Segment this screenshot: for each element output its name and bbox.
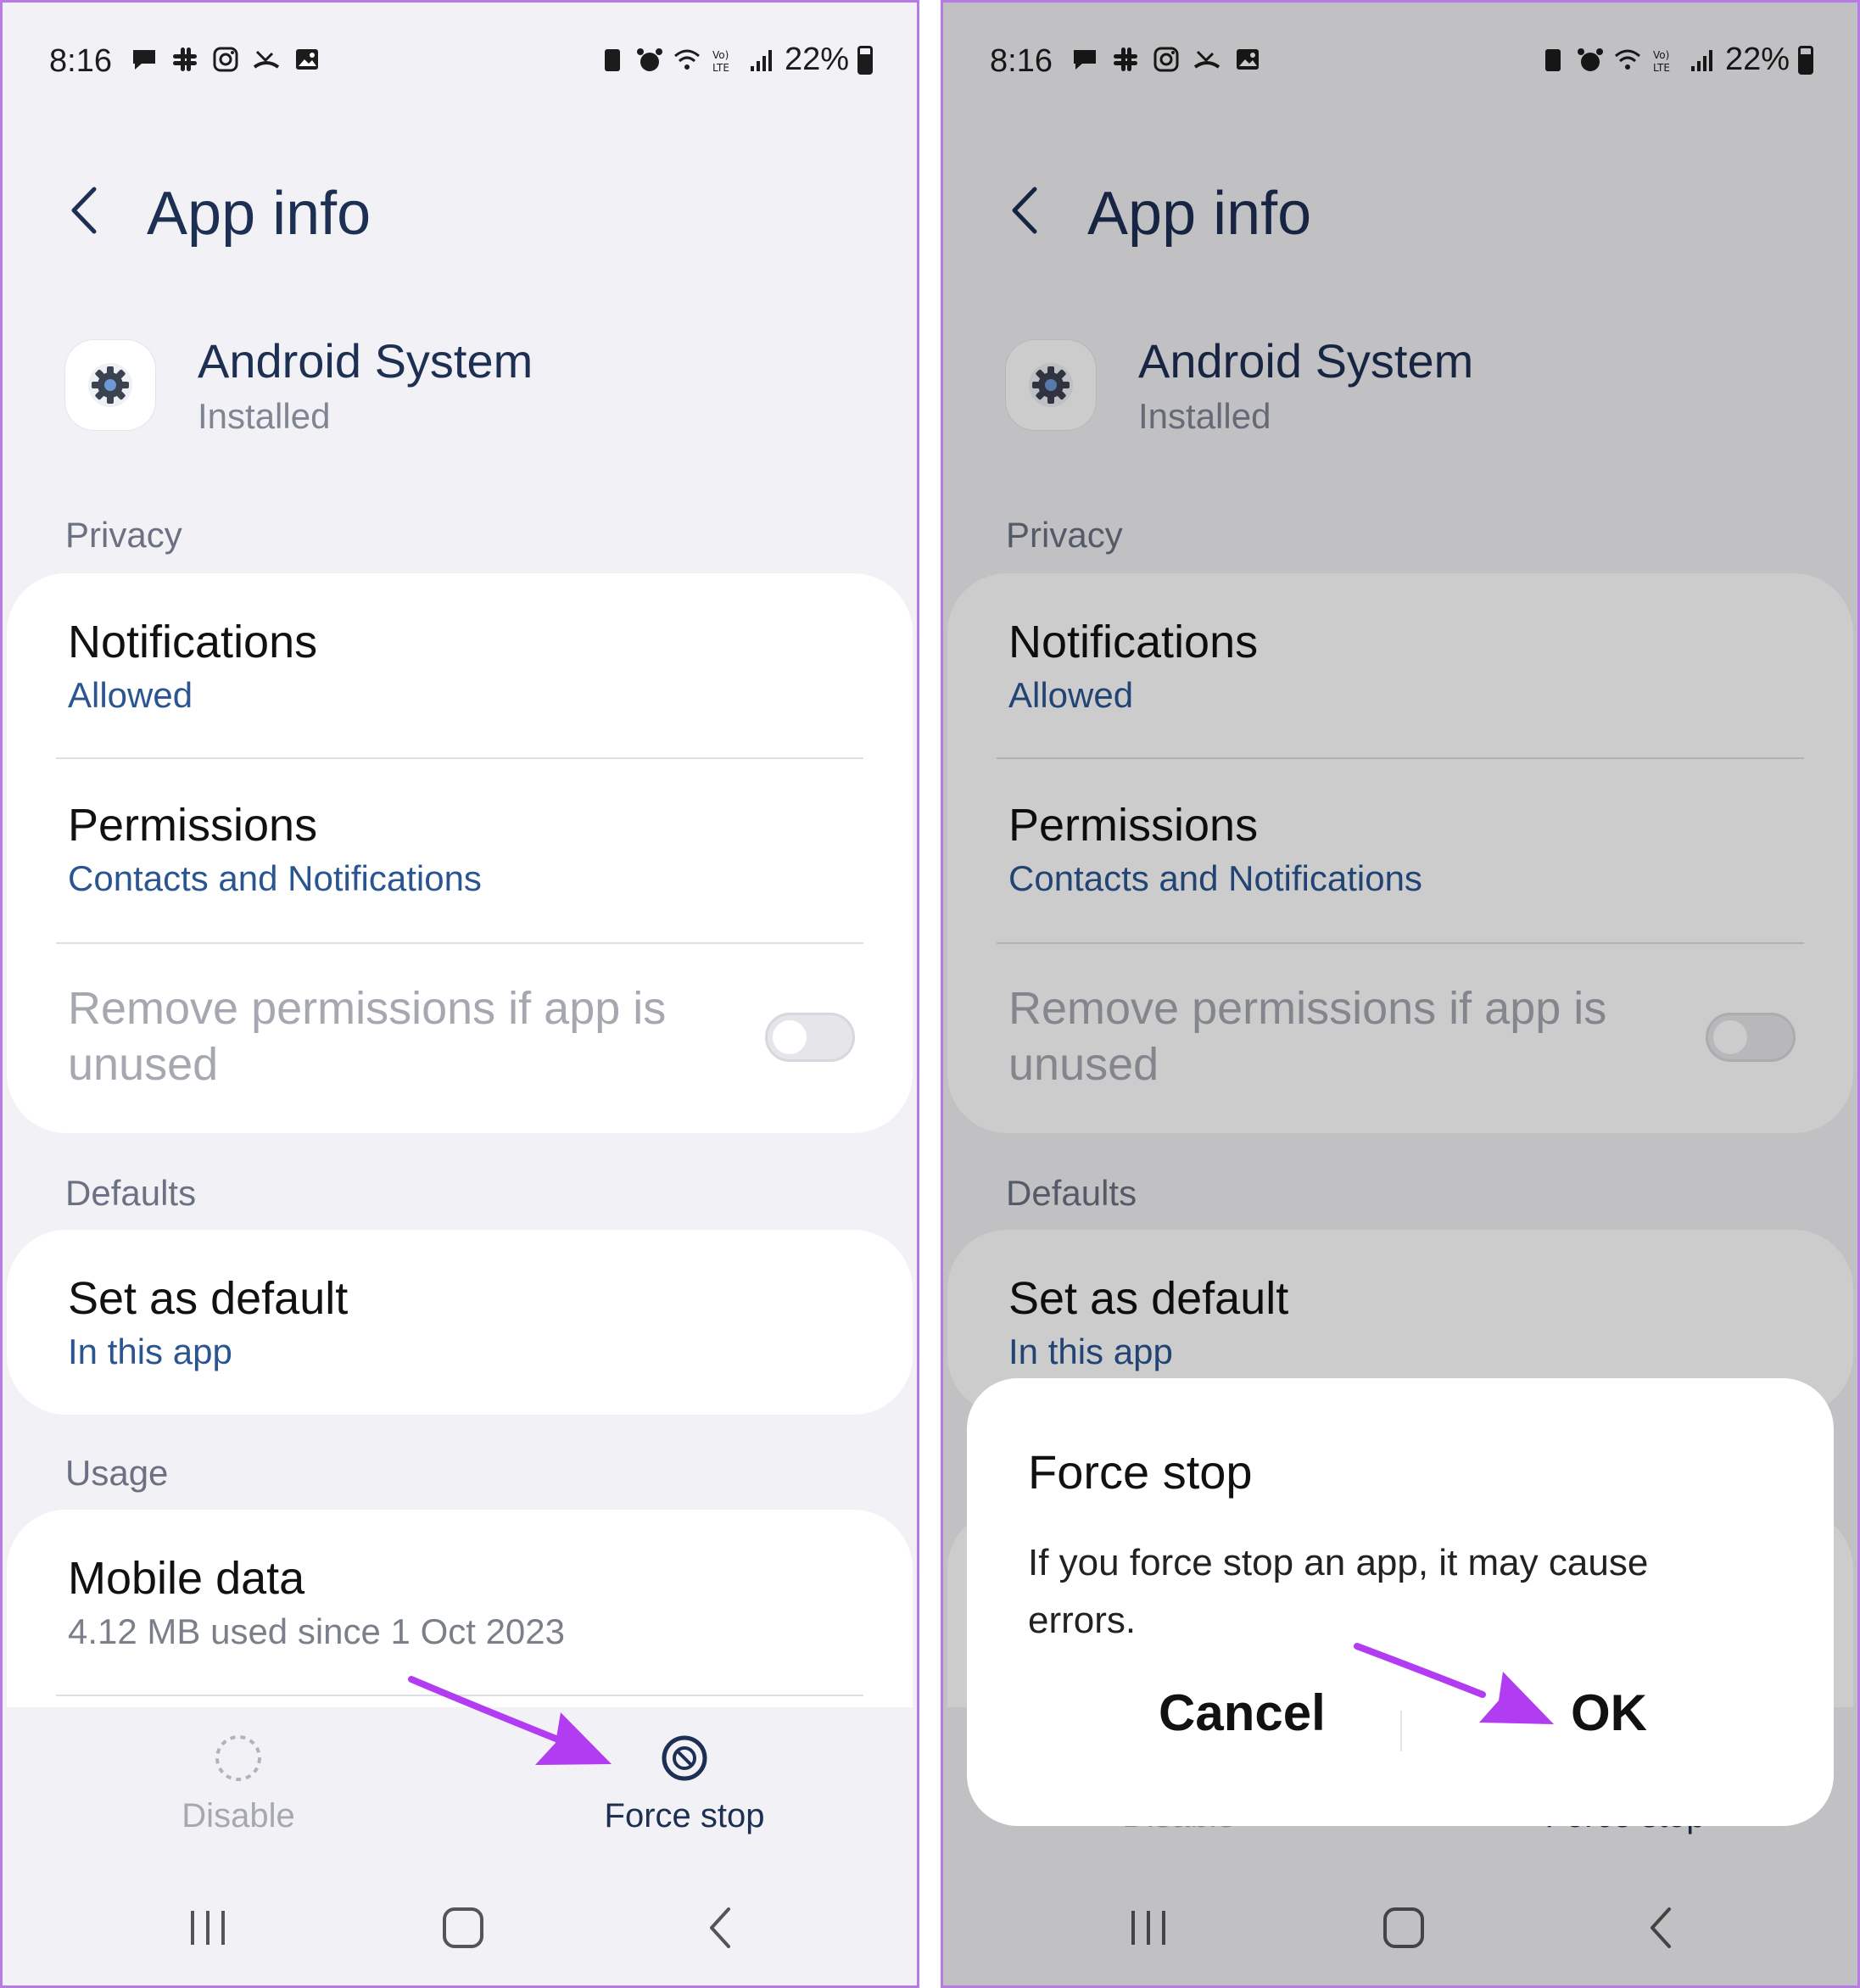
remove-permissions-label: Remove permissions if app is unused bbox=[68, 983, 667, 1090]
status-bar: 8:16 Vo) LTE 22% bbox=[3, 26, 917, 94]
app-header: Android System Installed bbox=[3, 333, 917, 452]
section-defaults: Defaults bbox=[65, 1173, 197, 1213]
battery-icon bbox=[857, 45, 873, 75]
status-time: 8:16 bbox=[49, 43, 112, 79]
system-status-icons: Vo) LTE 22% bbox=[598, 42, 873, 78]
navigation-bar bbox=[3, 1885, 917, 1970]
back-nav-icon[interactable] bbox=[696, 1902, 747, 1953]
battery-percent: 22% bbox=[784, 42, 849, 77]
defaults-card: Set as default In this app bbox=[7, 1230, 913, 1415]
screen-app-info: 8:16 Vo) LTE 22% App info Android System… bbox=[0, 0, 919, 1988]
back-arrow-icon[interactable] bbox=[60, 181, 111, 240]
divider bbox=[56, 1695, 863, 1696]
force-stop-dialog: Force stop If you force stop an app, it … bbox=[967, 1378, 1834, 1826]
set-as-default-title: Set as default bbox=[68, 1273, 349, 1324]
gallery-icon bbox=[296, 49, 318, 70]
disable-label: Disable bbox=[182, 1797, 295, 1834]
remove-permissions-row[interactable]: Remove permissions if app is unused bbox=[68, 980, 718, 1092]
section-usage: Usage bbox=[65, 1453, 169, 1493]
app-install-status: Installed bbox=[198, 396, 331, 436]
mobile-data-row[interactable]: Mobile data 4.12 MB used since 1 Oct 202… bbox=[68, 1552, 862, 1652]
notification-icons bbox=[130, 45, 321, 74]
disable-icon bbox=[215, 1735, 261, 1781]
home-icon[interactable] bbox=[438, 1902, 489, 1953]
svg-text:Vo): Vo) bbox=[712, 49, 729, 61]
set-as-default-sub: In this app bbox=[68, 1332, 232, 1371]
force-stop-label: Force stop bbox=[604, 1797, 765, 1834]
slack-icon bbox=[173, 47, 197, 71]
notifications-title: Notifications bbox=[68, 617, 318, 667]
android-system-app-icon bbox=[65, 340, 155, 430]
force-stop-button[interactable]: Force stop bbox=[557, 1733, 812, 1835]
dialog-message: If you force stop an app, it may cause e… bbox=[1028, 1542, 1649, 1641]
force-stop-icon bbox=[662, 1735, 707, 1781]
permissions-row[interactable]: Permissions Contacts and Notifications bbox=[68, 799, 862, 899]
battery-saver-icon bbox=[604, 48, 620, 71]
privacy-card: Notifications Allowed Permissions Contac… bbox=[7, 573, 913, 1133]
mobile-data-usage: 4.12 MB used since 1 Oct 2023 bbox=[68, 1611, 566, 1651]
instagram-icon bbox=[213, 47, 238, 72]
button-separator bbox=[1400, 1711, 1402, 1751]
notifications-row[interactable]: Notifications Allowed bbox=[68, 616, 862, 716]
permissions-summary: Contacts and Notifications bbox=[68, 858, 482, 898]
missed-call-icon bbox=[253, 50, 280, 69]
alarm-icon bbox=[636, 47, 662, 71]
volte-icon: Vo)LTE bbox=[712, 49, 729, 74]
disable-button[interactable]: Disable bbox=[111, 1733, 366, 1835]
screen-force-stop-dialog: 8:16 Vo) LTE 22% App info Android System… bbox=[941, 0, 1860, 1988]
cancel-button[interactable]: Cancel bbox=[1159, 1684, 1326, 1742]
top-app-bar: App info bbox=[3, 164, 917, 257]
app-name: Android System bbox=[198, 334, 533, 388]
ok-button[interactable]: OK bbox=[1571, 1684, 1647, 1742]
signal-icon bbox=[750, 49, 772, 71]
bottom-action-bar: Disable Force stop bbox=[3, 1707, 917, 1851]
divider bbox=[56, 942, 863, 944]
permissions-title: Permissions bbox=[68, 800, 318, 851]
chat-icon bbox=[133, 50, 155, 70]
mobile-data-title: Mobile data bbox=[68, 1553, 305, 1604]
section-privacy: Privacy bbox=[65, 515, 182, 555]
toggle-knob bbox=[773, 1020, 807, 1054]
wifi-icon bbox=[673, 49, 700, 70]
gear-icon bbox=[88, 363, 132, 407]
recent-apps-icon[interactable] bbox=[182, 1902, 233, 1953]
svg-text:LTE: LTE bbox=[712, 62, 729, 74]
set-as-default-row[interactable]: Set as default In this app bbox=[68, 1272, 862, 1372]
divider bbox=[56, 757, 863, 759]
page-title: App info bbox=[147, 180, 371, 248]
dialog-title: Force stop bbox=[1028, 1445, 1253, 1499]
remove-permissions-toggle[interactable] bbox=[765, 1013, 855, 1062]
notifications-status: Allowed bbox=[68, 675, 193, 715]
